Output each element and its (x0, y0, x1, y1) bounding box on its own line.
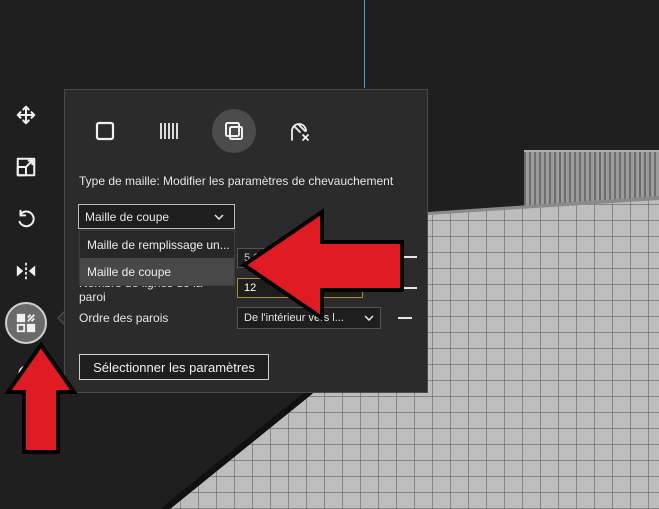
annotation-arrow-left (240, 208, 404, 322)
annotation-arrow-up (4, 341, 78, 454)
annotation-arrows (4, 208, 404, 454)
